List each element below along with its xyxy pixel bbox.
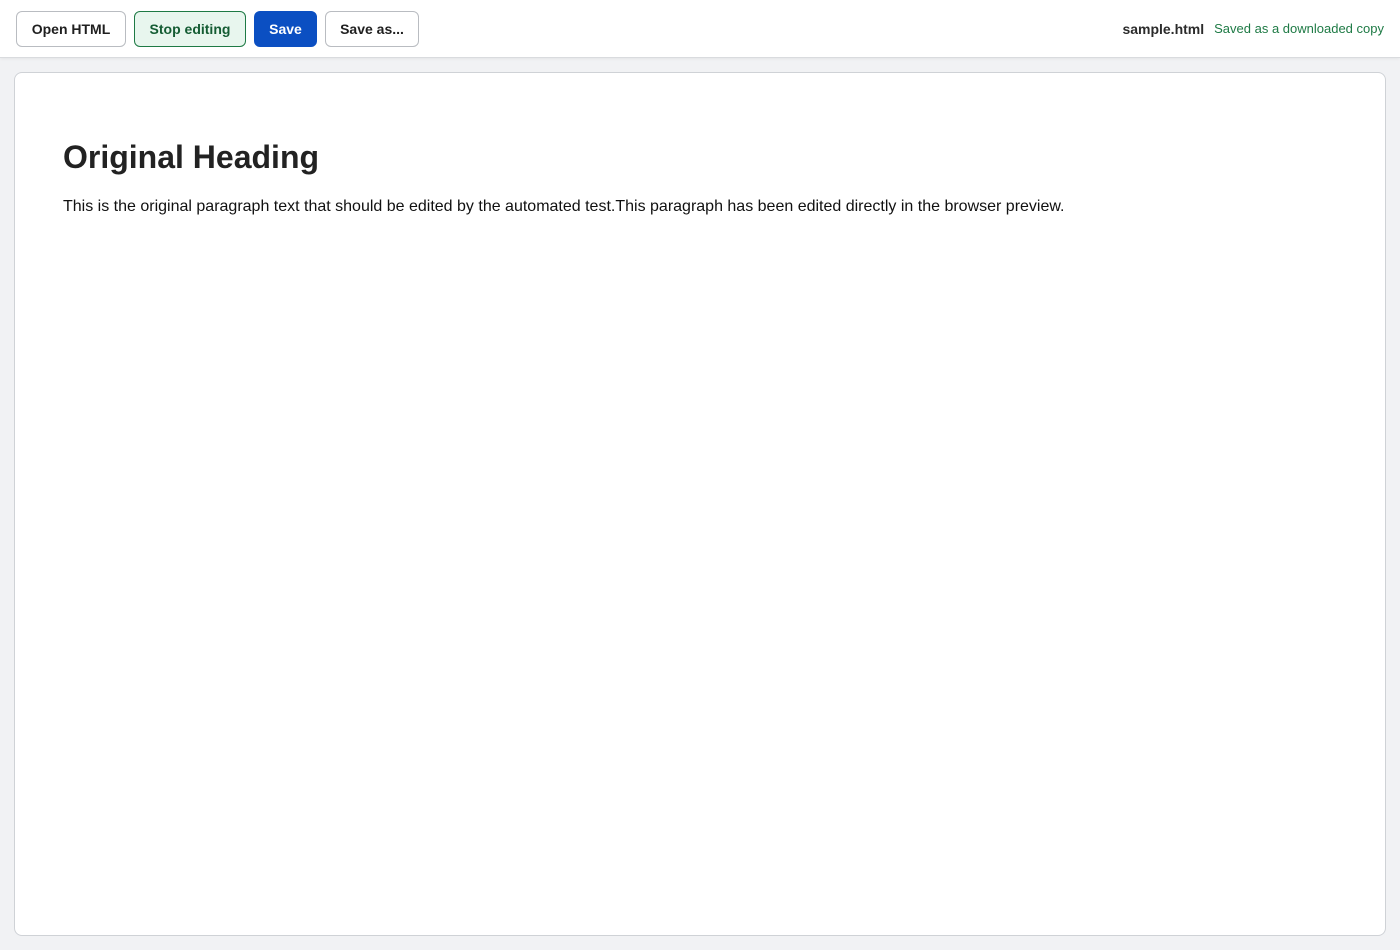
document-heading[interactable]: Original Heading (63, 139, 1337, 176)
save-button[interactable]: Save (254, 10, 317, 47)
stop-editing-button[interactable]: Stop editing (134, 10, 246, 47)
file-name: sample.html (1122, 20, 1205, 37)
document-paragraph[interactable]: This is the original paragraph text that… (63, 196, 1337, 218)
document-preview[interactable]: Original Heading This is the original pa… (14, 72, 1386, 936)
save-status: Saved as a downloaded copy (1214, 21, 1384, 36)
open-html-button[interactable]: Open HTML (16, 10, 126, 47)
save-as-button[interactable]: Save as... (325, 10, 419, 47)
toolbar: Open HTML Stop editing Save Save as... s… (0, 0, 1400, 58)
